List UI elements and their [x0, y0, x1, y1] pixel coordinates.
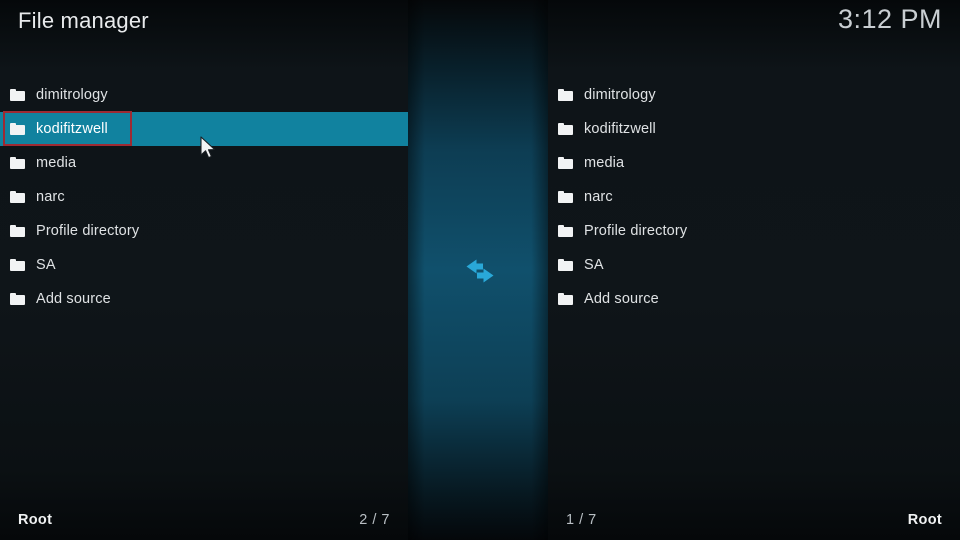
folder-icon: [10, 191, 25, 203]
file-row-label: media: [584, 155, 625, 171]
file-row-label: Profile directory: [36, 223, 140, 239]
folder-icon: [558, 89, 573, 101]
file-row-label: media: [36, 155, 77, 171]
file-row-label: Profile directory: [584, 223, 688, 239]
file-row[interactable]: kodifitzwell: [548, 112, 960, 146]
file-row[interactable]: dimitrology: [0, 78, 408, 112]
file-row[interactable]: Profile directory: [0, 214, 408, 248]
file-row[interactable]: Profile directory: [548, 214, 960, 248]
folder-icon: [10, 293, 25, 305]
file-row-label: SA: [584, 257, 604, 273]
file-row[interactable]: SA: [548, 248, 960, 282]
file-row-label: dimitrology: [584, 87, 656, 103]
file-row-label: Add source: [36, 291, 111, 307]
file-row-label: Add source: [584, 291, 659, 307]
folder-icon: [558, 293, 573, 305]
left-footer-count: 2 / 7: [359, 512, 390, 528]
mouse-pointer-icon: [200, 136, 218, 162]
folder-icon: [558, 259, 573, 271]
file-row[interactable]: media: [548, 146, 960, 180]
right-footer-path: Root: [907, 512, 942, 528]
left-footer-path: Root: [18, 512, 53, 528]
file-row[interactable]: narc: [548, 180, 960, 214]
right-footer: 1 / 7 Root: [548, 500, 960, 540]
folder-icon: [558, 123, 573, 135]
folder-icon: [558, 225, 573, 237]
clock-label: 3:12 PM: [837, 4, 942, 34]
swap-left-right-arrows-icon: [459, 256, 501, 286]
file-row-label: narc: [36, 189, 65, 205]
file-row-label: narc: [584, 189, 613, 205]
page-title: File manager: [18, 8, 149, 33]
folder-icon: [558, 157, 573, 169]
file-row-label: dimitrology: [36, 87, 108, 103]
right-file-list: dimitrology kodifitzwell media narc Profile …: [548, 78, 960, 316]
file-row[interactable]: Add source: [548, 282, 960, 316]
right-footer-count: 1 / 7: [566, 512, 597, 528]
file-row[interactable]: narc: [0, 180, 408, 214]
folder-icon: [10, 259, 25, 271]
file-row-label: kodifitzwell: [584, 121, 656, 137]
folder-icon: [10, 225, 25, 237]
header: File manager 3:12 PM: [0, 0, 960, 48]
file-row[interactable]: Add source: [0, 282, 408, 316]
folder-icon: [10, 123, 25, 135]
left-footer: Root 2 / 7: [0, 500, 408, 540]
file-row[interactable]: SA: [0, 248, 408, 282]
folder-icon: [558, 191, 573, 203]
folder-icon: [10, 157, 25, 169]
file-row-label: SA: [36, 257, 56, 273]
folder-icon: [10, 89, 25, 101]
file-row[interactable]: dimitrology: [548, 78, 960, 112]
file-row-label: kodifitzwell: [36, 121, 108, 137]
file-manager-screen: File manager 3:12 PM dimitrology kodifitz…: [0, 0, 960, 540]
left-file-list: dimitrology kodifitzwell media narc Profile …: [0, 78, 408, 316]
